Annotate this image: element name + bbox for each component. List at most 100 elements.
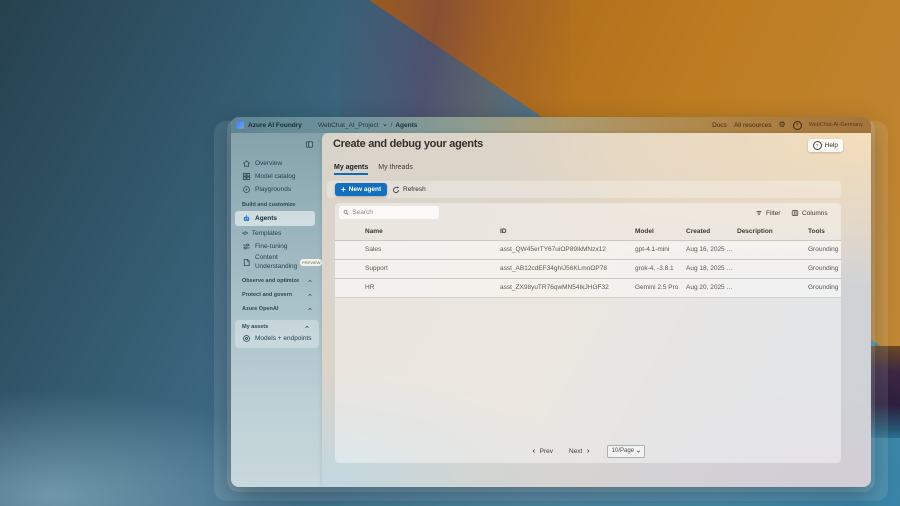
agents-table-card: Filter Columns Name ID Model Created Des…	[335, 203, 841, 463]
sliders-icon	[242, 242, 251, 251]
refresh-icon	[392, 186, 400, 194]
preview-badge: PREVIEW	[300, 259, 322, 266]
tab-my-threads[interactable]: My threads	[378, 164, 413, 175]
sidebar-item-label: Content Understanding	[255, 254, 295, 270]
column-header-model: Model	[635, 225, 654, 239]
table-row[interactable]: Sales asst_QW45erTY67uiOP89IkMNzx12 gpt-…	[335, 241, 841, 259]
breadcrumb-page: Agents	[395, 122, 417, 129]
search-icon	[343, 209, 349, 216]
breadcrumb-project[interactable]: WebChat_AI_Project	[318, 122, 379, 129]
account-label[interactable]: WebChat-AI-Germany	[809, 122, 863, 128]
sidebar-nav: Overview Model catalog Playgrounds Build…	[231, 157, 322, 348]
azure-ai-foundry-logo-icon	[236, 121, 244, 129]
document-icon	[242, 258, 251, 267]
search-box[interactable]	[339, 206, 439, 219]
sidebar-section-my-assets[interactable]: My assets	[235, 322, 319, 332]
sidebar-item-label: Templates	[252, 230, 282, 237]
top-bar: Azure AI Foundry WebChat_AI_Project / Ag…	[231, 117, 871, 133]
column-header-description: Description	[737, 225, 773, 239]
agent-created: Aug 18, 2025 …	[686, 260, 733, 278]
table-header-row: Name ID Model Created Description Tools	[335, 225, 841, 239]
settings-gear-icon[interactable]: ⚙	[779, 121, 786, 129]
agent-model: Gemini 2.5 Pro	[635, 279, 678, 297]
column-header-id: ID	[500, 225, 507, 239]
filter-icon	[755, 209, 763, 217]
wallpaper-purple-band	[340, 0, 570, 120]
help-button[interactable]: ? Help	[808, 139, 843, 152]
tab-my-agents[interactable]: My agents	[334, 164, 368, 175]
page-size-select[interactable]: 10/Page	[607, 445, 645, 458]
table-row[interactable]: HR asst_ZX98yuTR76qwMN54IkJHGF32 Gemini …	[335, 279, 841, 298]
sidebar-item-model-catalog[interactable]: Model catalog	[231, 170, 322, 183]
sidebar-section-observe-and-optimize[interactable]: Observe and optimize	[231, 276, 322, 286]
chevron-up-icon	[307, 306, 313, 312]
models-endpoints-icon	[242, 334, 251, 343]
agent-name: Support	[365, 260, 388, 278]
agent-model: grok-4, -3.8.1	[635, 260, 674, 278]
chevron-up-icon	[307, 278, 313, 284]
sidebar-section-build-and-customize: Build and customize	[231, 200, 322, 210]
chevron-down-icon	[636, 449, 641, 454]
sidebar-item-label: Playgrounds	[255, 186, 291, 193]
breadcrumb-separator: /	[391, 122, 393, 129]
collapse-sidebar-icon[interactable]	[305, 140, 314, 149]
chevron-down-icon[interactable]	[382, 122, 388, 128]
chevron-up-icon	[307, 292, 313, 298]
sidebar-item-overview[interactable]: Overview	[231, 157, 322, 170]
sidebar-item-models-endpoints[interactable]: Models + endpoints	[235, 332, 319, 345]
filter-button[interactable]: Filter	[755, 207, 780, 219]
help-circle-icon[interactable]: ?	[793, 121, 802, 130]
new-agent-button[interactable]: + New agent	[335, 183, 387, 196]
my-assets-group: My assets Models + endpoints	[235, 320, 319, 348]
prev-page-button[interactable]: Prev	[531, 448, 553, 455]
agent-created: Aug 16, 2025 …	[686, 241, 733, 259]
agent-id: asst_QW45erTY67uiOP89IkMNzx12	[500, 241, 606, 259]
agent-name: HR	[365, 279, 374, 297]
question-icon: ?	[813, 141, 822, 150]
column-header-name: Name	[365, 225, 383, 239]
search-input[interactable]	[352, 209, 435, 216]
pagination: Prev Next 10/Page	[335, 443, 841, 459]
chevron-up-icon	[304, 324, 310, 330]
code-icon: </>	[242, 231, 248, 237]
table-row[interactable]: Support asst_AB12cdEF34ghIJ56KLmnOP78 gr…	[335, 260, 841, 278]
sidebar-item-label: Fine-tuning	[255, 243, 288, 250]
sidebar-item-playgrounds[interactable]: Playgrounds	[231, 183, 322, 196]
sidebar-item-templates[interactable]: </> Templates	[231, 227, 322, 240]
agent-created: Aug 20, 2025 …	[686, 279, 733, 297]
main-panel: Create and debug your agents ? Help My a…	[322, 133, 871, 487]
chevron-right-icon	[585, 448, 591, 454]
page-title: Create and debug your agents	[333, 138, 483, 150]
sidebar-item-label: Models + endpoints	[255, 335, 312, 342]
next-page-button[interactable]: Next	[569, 448, 591, 455]
breadcrumb: WebChat_AI_Project / Agents	[318, 122, 417, 129]
catalog-grid-icon	[242, 172, 251, 181]
agent-tools: Grounding	[808, 260, 838, 278]
chevron-left-icon	[531, 448, 537, 454]
columns-icon	[791, 209, 799, 217]
sidebar-item-content-understanding[interactable]: Content Understanding PREVIEW	[231, 253, 322, 272]
app-name: Azure AI Foundry	[248, 122, 302, 129]
sidebar-item-agents[interactable]: Agents	[235, 211, 315, 226]
sidebar-section-azure-openai[interactable]: Azure OpenAI	[231, 304, 322, 314]
sidebar: Overview Model catalog Playgrounds Build…	[231, 133, 322, 487]
sidebar-item-label: Agents	[255, 215, 277, 222]
agent-name: Sales	[365, 241, 381, 259]
screen: Azure AI Foundry WebChat_AI_Project / Ag…	[0, 0, 900, 506]
sidebar-item-fine-tuning[interactable]: Fine-tuning	[231, 240, 322, 253]
agent-tools: Grounding	[808, 279, 838, 297]
column-header-created: Created	[686, 225, 710, 239]
sidebar-section-protect-and-govern[interactable]: Protect and govern	[231, 290, 322, 300]
all-resources-link[interactable]: All resources	[734, 122, 772, 129]
columns-button[interactable]: Columns	[791, 207, 828, 219]
agent-robot-icon	[242, 214, 251, 223]
home-icon	[242, 159, 251, 168]
agent-id: asst_ZX98yuTR76qwMN54IkJHGF32	[500, 279, 609, 297]
plus-icon: +	[341, 186, 346, 194]
app-window: Azure AI Foundry WebChat_AI_Project / Ag…	[231, 117, 871, 487]
docs-link[interactable]: Docs	[712, 122, 727, 129]
agent-id: asst_AB12cdEF34ghIJ56KLmnOP78	[500, 260, 607, 278]
refresh-button[interactable]: Refresh	[392, 183, 426, 196]
agent-tools: Grounding	[808, 241, 838, 259]
top-bar-right: Docs All resources ⚙ ? WebChat-AI-German…	[712, 121, 871, 130]
